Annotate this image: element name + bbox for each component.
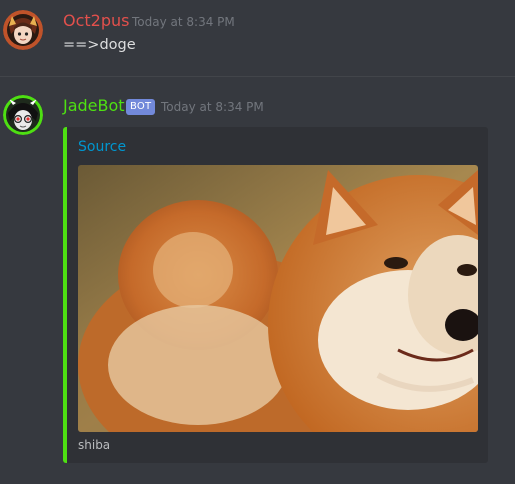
message-oct2pus: Oct2pus Today at 8:34 PM ==>doge (0, 0, 515, 76)
user-avatar-icon (3, 10, 43, 50)
embed-footer: shiba (78, 438, 111, 452)
username[interactable]: JadeBot (63, 96, 125, 116)
shiba-inu-photo-icon (78, 165, 478, 432)
username[interactable]: Oct2pus (63, 11, 129, 31)
message-content: ==>doge (63, 37, 136, 53)
message-jadebot: JadeBot BOT Today at 8:34 PM Source shib… (0, 77, 515, 484)
bot-tag: BOT (126, 99, 156, 115)
embed: Source shiba (63, 127, 488, 463)
timestamp: Today at 8:34 PM (161, 100, 264, 114)
avatar[interactable] (3, 10, 43, 50)
embed-title-link[interactable]: Source (78, 137, 126, 157)
bot-avatar-icon (3, 95, 43, 135)
timestamp: Today at 8:34 PM (132, 15, 235, 29)
avatar[interactable] (3, 95, 43, 135)
embed-image[interactable] (78, 165, 478, 432)
